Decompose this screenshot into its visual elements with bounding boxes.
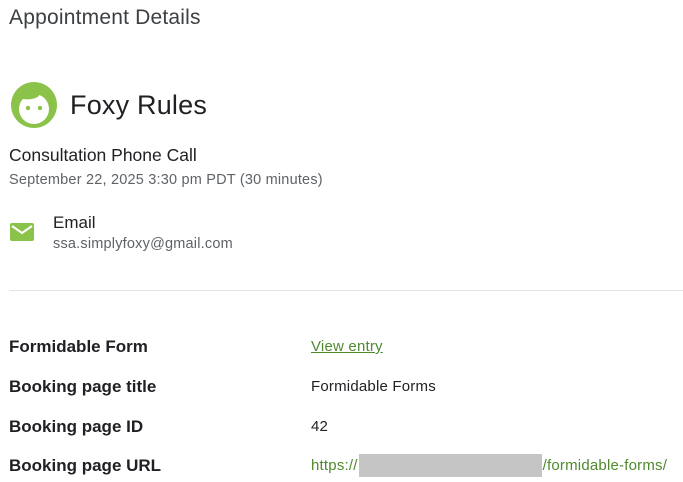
contact-email-value: ssa.simplyfoxy@gmail.com xyxy=(53,236,233,252)
section-divider xyxy=(9,290,683,291)
detail-row-booking-page-title: Booking page title Formidable Forms xyxy=(9,377,683,401)
face-avatar-icon xyxy=(11,82,57,128)
url-suffix: /formidable-forms/ xyxy=(542,457,668,474)
booking-page-url-link[interactable]: https:// /formidable-forms/ xyxy=(311,454,667,477)
detail-label: Booking page ID xyxy=(9,417,144,436)
detail-row-booking-page-url: Booking page URL https:// /formidable-fo… xyxy=(9,454,683,480)
detail-label: Booking page title xyxy=(9,377,157,396)
appointment-title: Consultation Phone Call xyxy=(9,145,197,165)
detail-label: Formidable Form xyxy=(9,337,148,356)
page-title: Appointment Details xyxy=(9,6,201,29)
profile-header: Foxy Rules xyxy=(11,82,207,128)
view-entry-link[interactable]: View entry xyxy=(311,338,383,355)
profile-name: Foxy Rules xyxy=(70,89,208,120)
detail-row-formidable-form: Formidable Form View entry xyxy=(9,337,683,361)
detail-row-booking-page-id: Booking page ID 42 xyxy=(9,417,683,441)
detail-value: 42 xyxy=(311,418,329,435)
redacted-block xyxy=(358,454,542,477)
appointment-datetime: September 22, 2025 3:30 pm PDT (30 minut… xyxy=(9,172,323,188)
contact-label: Email xyxy=(53,213,96,232)
detail-value: Formidable Forms xyxy=(311,378,436,395)
mail-icon xyxy=(10,223,34,241)
url-prefix: https:// xyxy=(311,457,358,474)
detail-label: Booking page URL xyxy=(9,456,162,475)
